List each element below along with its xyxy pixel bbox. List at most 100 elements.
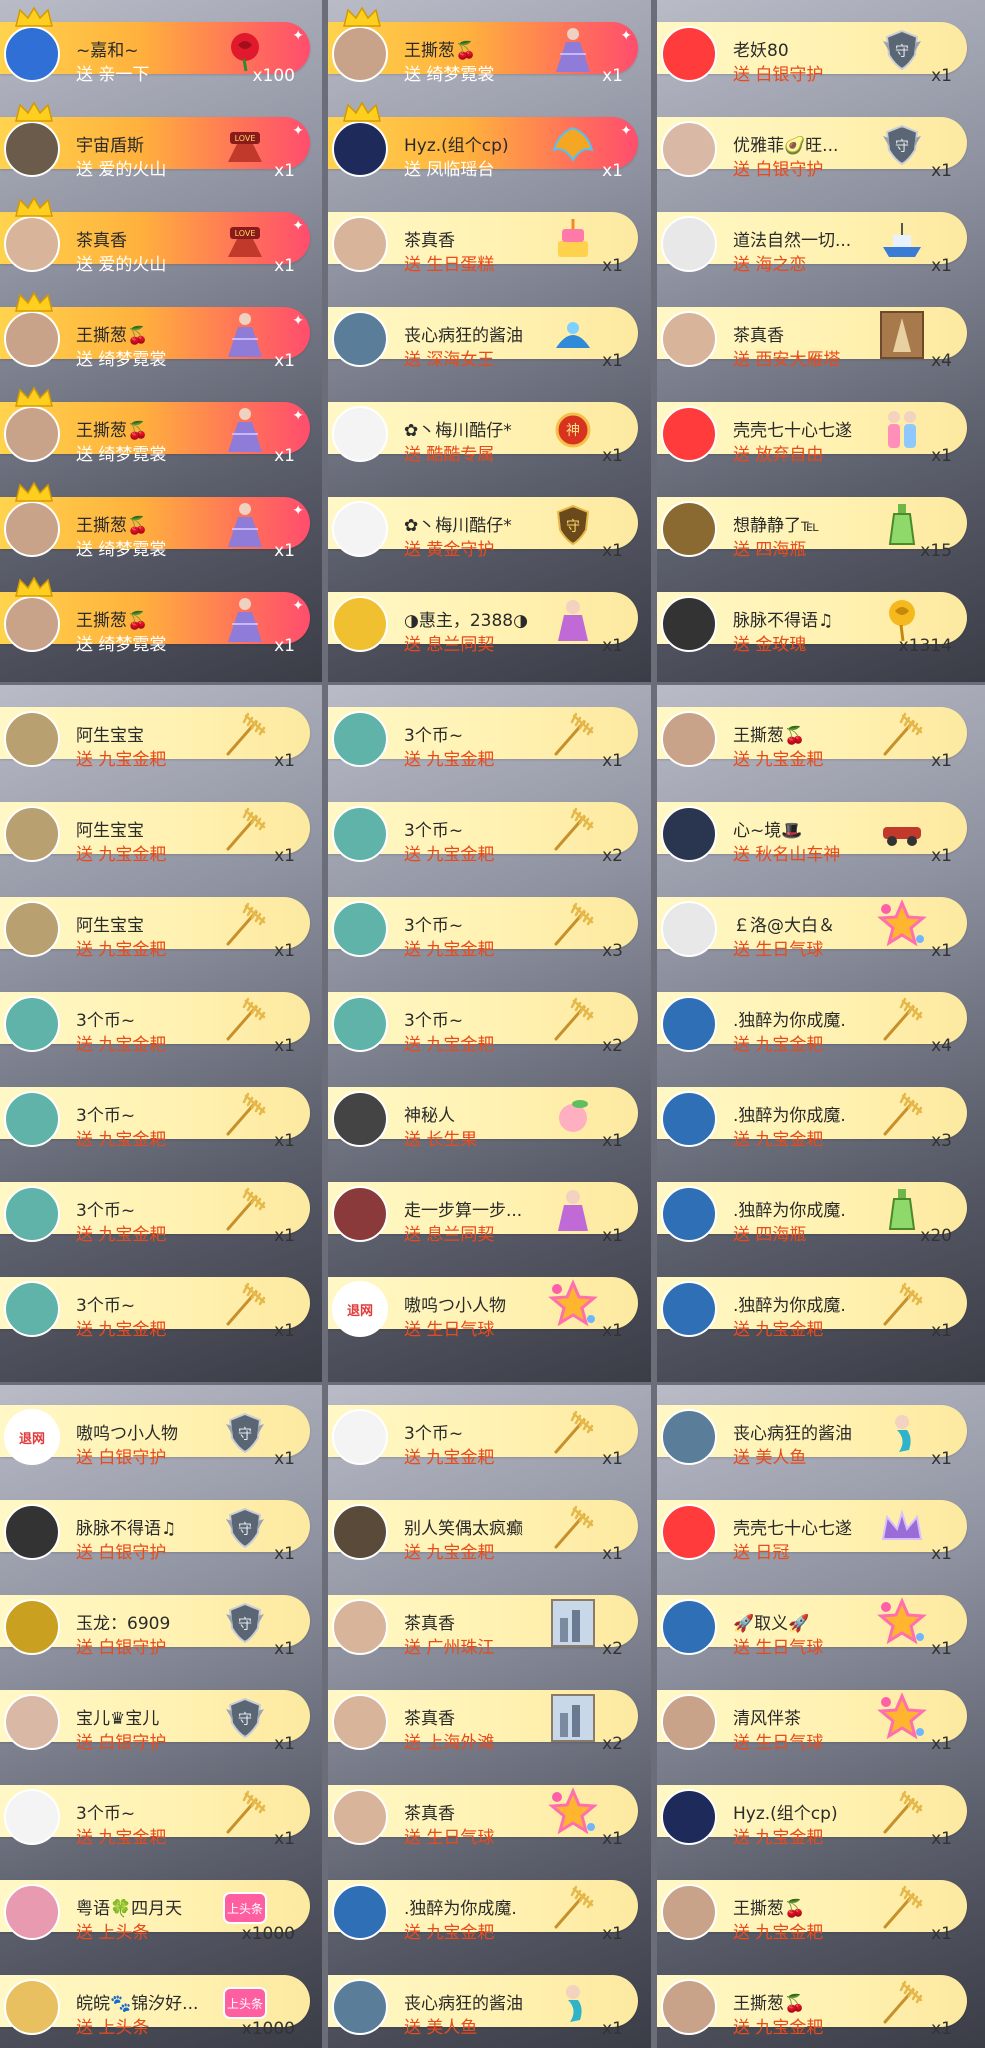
gift-message: 茶真香送 广州珠江 x2 [328,1585,651,1663]
avatar[interactable]: 退网 [332,1281,388,1337]
avatar[interactable] [332,1979,388,2035]
gift-label: 送 白银守护 [76,1638,167,1658]
gift-label: 送 九宝金耙 [404,750,495,770]
avatar[interactable] [661,1979,717,2035]
avatar[interactable] [661,1884,717,1940]
gift-label: 送 四海瓶 [733,540,807,560]
avatar[interactable] [4,711,60,767]
avatar[interactable] [4,406,60,462]
sender-name: 别人笑偶太疯癫 [404,1519,523,1539]
rake-icon [872,1975,932,2031]
rake-icon [215,992,275,1048]
avatar[interactable] [661,1186,717,1242]
avatar[interactable] [332,1504,388,1560]
rake-icon [872,1785,932,1841]
avatar[interactable] [661,901,717,957]
avatar[interactable] [4,1091,60,1147]
avatar[interactable] [661,1694,717,1750]
gift-count: x2 [602,1639,623,1659]
avatar[interactable] [332,996,388,1052]
avatar[interactable] [4,1281,60,1337]
gift-message: 王撕葱🍒 送 九宝金耙 x1 [657,1870,985,1948]
avatar[interactable] [661,26,717,82]
avatar[interactable] [4,901,60,957]
avatar[interactable] [332,806,388,862]
gift-count: x1 [931,1734,952,1754]
avatar[interactable] [4,121,60,177]
avatar[interactable] [661,711,717,767]
sender-name: 宝儿♛宝儿 [76,1709,160,1729]
avatar[interactable] [661,1599,717,1655]
sender-name: 阿生宝宝 [76,726,144,746]
silver-shield-icon: 守 [215,1500,275,1556]
avatar[interactable] [332,1409,388,1465]
gift-message: 茶真香送 生日气球 x1 [328,1775,651,1853]
avatar[interactable] [332,1884,388,1940]
avatar[interactable] [661,996,717,1052]
sender-name: 王撕葱🍒 [733,726,806,746]
avatar[interactable]: 退网 [4,1409,60,1465]
avatar[interactable] [661,596,717,652]
avatar[interactable] [332,1186,388,1242]
avatar[interactable] [661,1091,717,1147]
avatar[interactable] [661,806,717,862]
sender-name: 茶真香 [404,231,455,251]
avatar[interactable] [4,806,60,862]
avatar[interactable] [332,1789,388,1845]
avatar[interactable] [332,406,388,462]
gift-message: 阿生宝宝送 九宝金耙 x1 [0,887,322,965]
avatar[interactable] [332,711,388,767]
avatar[interactable] [4,996,60,1052]
avatar[interactable] [4,1979,60,2035]
avatar[interactable] [332,1599,388,1655]
avatar[interactable] [661,121,717,177]
avatar[interactable] [661,1504,717,1560]
sender-name: ◑惠主，2388◑ [404,611,528,631]
avatar[interactable] [332,1694,388,1750]
avatar[interactable] [332,216,388,272]
avatar[interactable] [661,501,717,557]
avatar[interactable] [332,121,388,177]
sparkle-icon: ✦ [292,123,304,139]
avatar[interactable] [332,901,388,957]
gift-message: .独醉为你成魔. 送 九宝金耙 x1 [328,1870,651,1948]
mermaid-icon [543,1975,603,2031]
gift-message: 宝儿♛宝儿送 白银守护 守 x1 [0,1680,322,1758]
avatar[interactable] [661,406,717,462]
avatar[interactable] [4,1884,60,1940]
avatar[interactable] [332,311,388,367]
sender-name: 道法自然一切... [733,231,852,251]
avatar[interactable] [4,311,60,367]
avatar[interactable] [4,1186,60,1242]
svg-text:上头条: 上头条 [227,1997,263,2011]
sender-name: 🚀取义🚀 [733,1614,810,1634]
sender-name: 丧心病狂的酱油 [404,1994,523,2014]
avatar[interactable] [4,1789,60,1845]
avatar[interactable] [4,216,60,272]
avatar[interactable] [332,1091,388,1147]
gift-count: x1 [931,1321,952,1341]
sparkle-icon: ✦ [292,408,304,424]
sender-name: 王撕葱🍒 [76,611,149,631]
avatar[interactable] [332,596,388,652]
gift-message: .独醉为你成魔. 送 九宝金耙 x1 [657,1267,985,1345]
avatar[interactable] [4,596,60,652]
gift-label: 送 爱的火山 [76,255,167,275]
gift-count: x1 [274,161,295,181]
avatar[interactable] [661,1281,717,1337]
avatar[interactable] [332,501,388,557]
rake-icon [543,707,603,763]
avatar[interactable] [4,26,60,82]
avatar[interactable] [4,1599,60,1655]
avatar[interactable] [4,1504,60,1560]
avatar[interactable] [661,1409,717,1465]
avatar[interactable] [4,1694,60,1750]
silver-shield-icon: 守 [215,1595,275,1651]
avatar[interactable] [661,311,717,367]
sender-name: 壳壳七十心七遂 [733,421,852,441]
avatar[interactable] [4,501,60,557]
avatar[interactable] [661,216,717,272]
avatar[interactable] [332,26,388,82]
avatar[interactable] [661,1789,717,1845]
sender-name: 玉龙：6909 [76,1614,171,1634]
